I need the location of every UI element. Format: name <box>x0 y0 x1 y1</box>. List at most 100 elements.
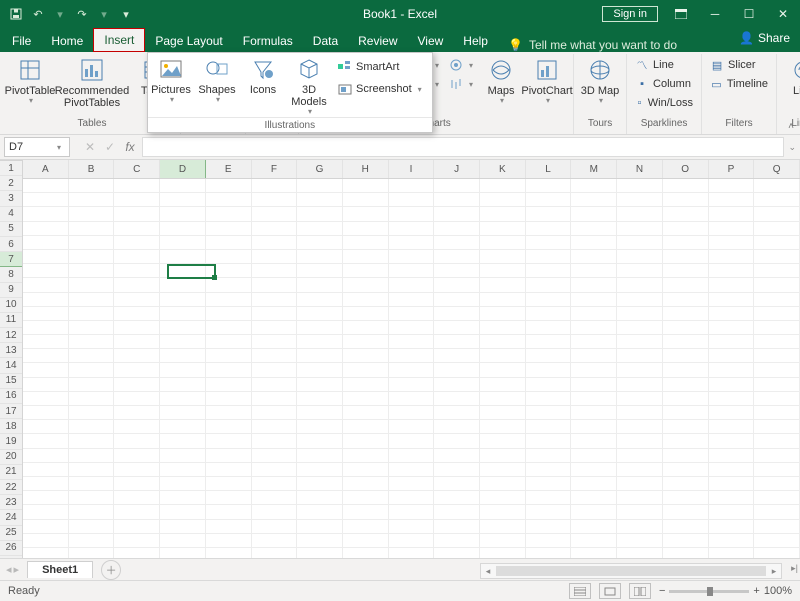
cell[interactable] <box>480 363 526 377</box>
cell[interactable] <box>23 491 69 505</box>
cell[interactable] <box>252 349 298 363</box>
3d-map-button[interactable]: 3D Map▾ <box>578 54 622 118</box>
cell[interactable] <box>617 250 663 264</box>
column-header[interactable]: C <box>114 160 160 178</box>
cell[interactable] <box>709 505 755 519</box>
column-header[interactable]: Q <box>754 160 800 178</box>
new-sheet-button[interactable]: ＋ <box>101 560 121 580</box>
minimize-button[interactable]: ─ <box>698 0 732 28</box>
cell[interactable] <box>571 449 617 463</box>
cell[interactable] <box>343 278 389 292</box>
tab-formulas[interactable]: Formulas <box>233 30 303 52</box>
cell[interactable] <box>23 179 69 193</box>
cell[interactable] <box>23 335 69 349</box>
cell[interactable] <box>69 463 115 477</box>
tab-help[interactable]: Help <box>453 30 498 52</box>
cell[interactable] <box>571 179 617 193</box>
cell[interactable] <box>252 420 298 434</box>
cell[interactable] <box>389 293 435 307</box>
cell[interactable] <box>160 193 206 207</box>
cell[interactable] <box>389 264 435 278</box>
column-header[interactable]: N <box>617 160 663 178</box>
cell[interactable] <box>663 278 709 292</box>
cell[interactable] <box>252 278 298 292</box>
cell[interactable] <box>434 378 480 392</box>
cell[interactable] <box>389 520 435 534</box>
maps-button[interactable]: Maps▾ <box>479 54 523 118</box>
cell[interactable] <box>69 491 115 505</box>
row-header[interactable]: 26 <box>0 541 22 556</box>
cell[interactable] <box>252 250 298 264</box>
cell[interactable] <box>114 406 160 420</box>
zoom-slider[interactable] <box>669 590 749 593</box>
cell[interactable] <box>571 307 617 321</box>
cell[interactable] <box>23 250 69 264</box>
cells-area[interactable] <box>23 179 800 558</box>
cell[interactable] <box>754 349 800 363</box>
cell[interactable] <box>160 463 206 477</box>
cell[interactable] <box>206 179 252 193</box>
cell[interactable] <box>663 349 709 363</box>
cell[interactable] <box>69 236 115 250</box>
cell[interactable] <box>754 250 800 264</box>
cell[interactable] <box>343 505 389 519</box>
cell[interactable] <box>389 491 435 505</box>
cell[interactable] <box>160 449 206 463</box>
cell[interactable] <box>206 449 252 463</box>
cell[interactable] <box>114 321 160 335</box>
cell[interactable] <box>252 477 298 491</box>
cell[interactable] <box>252 406 298 420</box>
row-header[interactable]: 9 <box>0 283 22 298</box>
row-header[interactable]: 20 <box>0 450 22 465</box>
cell[interactable] <box>754 193 800 207</box>
cell[interactable] <box>69 520 115 534</box>
cell[interactable] <box>297 321 343 335</box>
cell[interactable] <box>252 264 298 278</box>
cell[interactable] <box>297 449 343 463</box>
cell[interactable] <box>23 406 69 420</box>
cell[interactable] <box>754 449 800 463</box>
cell[interactable] <box>160 349 206 363</box>
cell[interactable] <box>252 378 298 392</box>
cell[interactable] <box>526 293 572 307</box>
cell[interactable] <box>297 349 343 363</box>
cell[interactable] <box>160 207 206 221</box>
save-icon[interactable] <box>8 6 24 22</box>
cell[interactable] <box>526 236 572 250</box>
cell[interactable] <box>480 392 526 406</box>
row-header[interactable]: 15 <box>0 374 22 389</box>
formula-input[interactable] <box>142 137 784 157</box>
cell[interactable] <box>480 420 526 434</box>
column-header[interactable]: G <box>297 160 343 178</box>
share-button[interactable]: 👤 Share <box>739 31 790 45</box>
cell[interactable] <box>114 463 160 477</box>
cell[interactable] <box>69 363 115 377</box>
cell[interactable] <box>617 392 663 406</box>
cell[interactable] <box>343 420 389 434</box>
cell[interactable] <box>434 179 480 193</box>
cell[interactable] <box>434 307 480 321</box>
cell[interactable] <box>617 505 663 519</box>
cell[interactable] <box>23 363 69 377</box>
cell[interactable] <box>434 278 480 292</box>
cell[interactable] <box>297 179 343 193</box>
row-header[interactable]: 14 <box>0 358 22 373</box>
cell[interactable] <box>617 548 663 558</box>
cell[interactable] <box>526 392 572 406</box>
cancel-icon[interactable]: ✕ <box>80 140 100 154</box>
cell[interactable] <box>709 420 755 434</box>
cell[interactable] <box>69 307 115 321</box>
cell[interactable] <box>160 222 206 236</box>
cell[interactable] <box>571 349 617 363</box>
name-box[interactable]: D7▾ <box>4 137 70 157</box>
cell[interactable] <box>297 477 343 491</box>
cell[interactable] <box>617 534 663 548</box>
cell[interactable] <box>252 236 298 250</box>
cell[interactable] <box>663 491 709 505</box>
cell[interactable] <box>663 392 709 406</box>
cell[interactable] <box>389 207 435 221</box>
cell[interactable] <box>434 321 480 335</box>
cell[interactable] <box>709 222 755 236</box>
cell[interactable] <box>23 505 69 519</box>
cell[interactable] <box>526 321 572 335</box>
